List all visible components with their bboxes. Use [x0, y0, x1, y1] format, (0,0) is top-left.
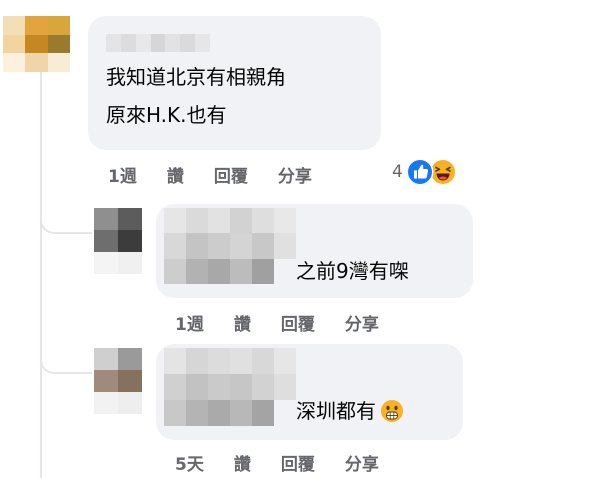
comment-timestamp[interactable]: 1週 [175, 310, 204, 335]
comment-timestamp[interactable]: 1週 [108, 162, 137, 187]
comment-text: 深圳都有 [296, 394, 404, 428]
author-name-blurred[interactable] [106, 34, 210, 52]
like-icon [406, 158, 434, 186]
thread-line-vertical [40, 72, 42, 478]
author-name-blurred[interactable] [164, 208, 296, 284]
share-button[interactable]: 分享 [345, 310, 379, 335]
thread-connector-reply-2 [40, 340, 92, 374]
comment-text-line-2: 原來H.K.也有 [106, 103, 227, 127]
comment-text: 之前9灣有㗎 [296, 259, 409, 283]
comment-bubble: 深圳都有 [156, 344, 463, 440]
avatar[interactable] [94, 208, 142, 274]
comment-text-line-1: 我知道北京有相親角 [106, 65, 286, 89]
author-name-blurred[interactable] [164, 348, 296, 426]
comment-bubble: 我知道北京有相親角 原來H.K.也有 [88, 16, 381, 150]
comment-actions: 1週 讚 回覆 分享 [175, 310, 379, 335]
comment-text-content: 深圳都有 [296, 399, 376, 423]
thread-connector-reply-1 [40, 200, 92, 234]
reaction-summary[interactable]: 4 [392, 158, 457, 186]
like-button[interactable]: 讚 [234, 310, 251, 335]
astonished-face-icon [380, 399, 404, 423]
reaction-count: 4 [392, 162, 403, 182]
share-button[interactable]: 分享 [278, 162, 312, 187]
reply-button[interactable]: 回覆 [214, 162, 248, 187]
share-button[interactable]: 分享 [345, 450, 379, 475]
comment-timestamp[interactable]: 5天 [175, 450, 204, 475]
reply-button[interactable]: 回覆 [281, 450, 315, 475]
like-button[interactable]: 讚 [167, 162, 184, 187]
like-button[interactable]: 讚 [234, 450, 251, 475]
avatar[interactable] [94, 348, 142, 414]
avatar[interactable] [3, 16, 70, 72]
reply-button[interactable]: 回覆 [281, 310, 315, 335]
comment-actions: 5天 讚 回覆 分享 [175, 450, 379, 475]
comment-actions: 1週 讚 回覆 分享 [108, 162, 312, 187]
comment-bubble: 之前9灣有㗎 [156, 204, 473, 298]
